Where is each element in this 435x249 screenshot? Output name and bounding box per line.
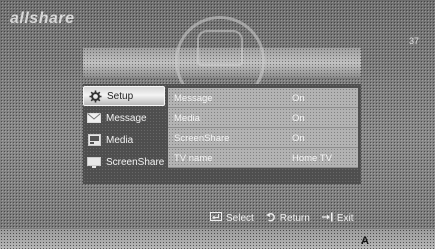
setting-value: On	[292, 133, 305, 144]
bottom-strip	[0, 229, 435, 249]
select-hint[interactable]: Select	[210, 212, 254, 224]
setting-row-tv-name[interactable]: TV name Home TV	[168, 148, 358, 168]
exit-label: Exit	[336, 212, 354, 224]
return-icon	[265, 212, 276, 225]
exit-hint[interactable]: Exit	[321, 212, 354, 225]
setting-value: Home TV	[292, 153, 332, 164]
setting-label: Media	[174, 113, 200, 124]
channel-number: 37	[408, 36, 419, 46]
setting-label: Message	[174, 93, 213, 104]
setting-row-media[interactable]: Media On	[168, 108, 358, 128]
setting-row-message[interactable]: Message On	[168, 88, 358, 108]
setting-value: On	[292, 93, 305, 104]
sidebar-item-message[interactable]: Message	[83, 108, 165, 128]
sidebar-item-setup[interactable]: Setup	[83, 86, 165, 106]
select-label: Select	[226, 212, 254, 224]
sidebar-item-label: Message	[106, 112, 147, 124]
sidebar-item-label: ScreenShare	[106, 156, 165, 168]
gear-icon	[88, 90, 102, 102]
sidebar-item-media[interactable]: Media	[83, 130, 165, 150]
setting-value: On	[292, 113, 305, 124]
setting-label: ScreenShare	[174, 133, 230, 144]
sidebar-item-label: Media	[106, 134, 134, 146]
return-hint[interactable]: Return	[265, 212, 310, 225]
envelope-icon	[87, 112, 101, 124]
setting-label: TV name	[174, 153, 213, 164]
screen-icon	[87, 156, 101, 168]
allshare-logo: allshare	[10, 10, 75, 27]
enter-key-icon	[210, 212, 222, 224]
sidebar-item-label: Setup	[107, 90, 134, 102]
sidebar-item-screenshare[interactable]: ScreenShare	[83, 152, 165, 172]
exit-icon	[321, 212, 333, 225]
remote-key-guide: Select Return Exit	[210, 210, 353, 226]
annotation-marker: A	[361, 235, 369, 247]
return-label: Return	[279, 212, 310, 224]
media-icon	[87, 134, 101, 146]
setting-row-screenshare[interactable]: ScreenShare On	[168, 128, 358, 148]
decorative-dial-center	[197, 30, 243, 66]
